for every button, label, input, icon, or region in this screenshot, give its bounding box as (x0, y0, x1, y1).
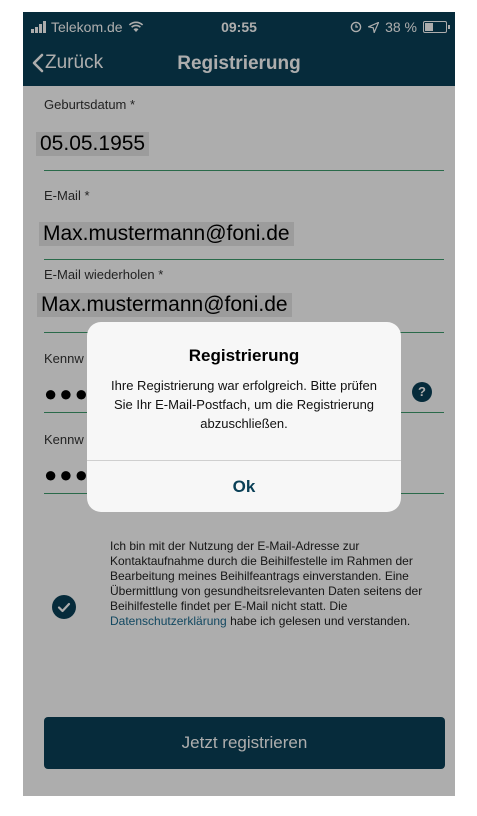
alert-message: Ihre Registrierung war erfolgreich. Bitt… (111, 378, 377, 431)
success-alert: Registrierung Ihre Registrierung war erf… (87, 322, 401, 512)
ok-button[interactable]: Ok (87, 461, 401, 512)
alert-title: Registrierung (188, 346, 300, 365)
phone-screen: Telekom.de 09:55 38 % Zurück Registrieru… (23, 12, 455, 796)
